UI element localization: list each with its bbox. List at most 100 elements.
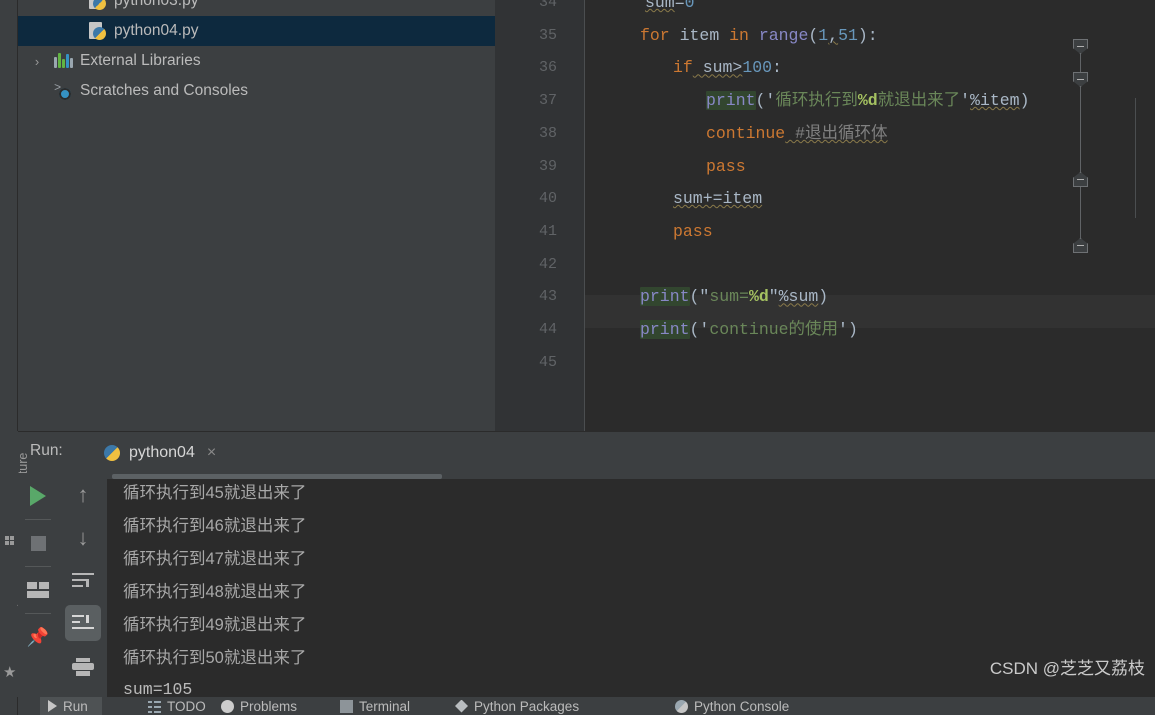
code-line-34: sum=0 bbox=[645, 0, 1155, 20]
line-number: 45 bbox=[538, 353, 557, 371]
status-tab-terminal[interactable]: Terminal bbox=[340, 697, 410, 715]
arrow-up-icon: ↑ bbox=[77, 481, 89, 507]
code-line-35: for item in range(1,51): bbox=[640, 20, 1155, 53]
code-token: %item bbox=[970, 91, 1020, 111]
layout-button[interactable] bbox=[18, 567, 58, 613]
code-token: 51 bbox=[838, 25, 858, 45]
code-token: ) bbox=[1019, 91, 1030, 111]
code-token: continue bbox=[706, 123, 786, 143]
arrow-down-icon: ↓ bbox=[77, 524, 89, 550]
line-number: 35 bbox=[538, 26, 557, 44]
status-tab-python-console[interactable]: Python Console bbox=[675, 697, 789, 715]
line-number: 36 bbox=[538, 59, 557, 77]
left-rail-top bbox=[0, 0, 18, 431]
scroll-to-end-icon bbox=[72, 614, 94, 633]
code-line-39: pass bbox=[706, 151, 1155, 184]
code-line-40: sum+=item bbox=[673, 183, 1155, 216]
code-token: if bbox=[673, 58, 693, 78]
scroll-to-end-button[interactable] bbox=[59, 602, 107, 645]
code-line-44: print('continue的使用') bbox=[640, 314, 1155, 347]
status-bar: Run TODO Problems Terminal Python Packag… bbox=[0, 697, 1155, 715]
code-token: ' bbox=[960, 91, 971, 111]
python-console-icon bbox=[675, 699, 688, 713]
tree-arrow-placeholder: › bbox=[28, 0, 46, 9]
console-line: 循环执行到46就退出来了 bbox=[123, 517, 307, 535]
code-token: 100 bbox=[742, 58, 773, 78]
code-token: 循环执行到 bbox=[775, 91, 858, 111]
tree-item-label: python04.py bbox=[114, 22, 199, 39]
watermark: CSDN @芝芝又荔枝 bbox=[989, 659, 1145, 678]
soft-wrap-button[interactable] bbox=[59, 559, 107, 602]
code-token: range bbox=[748, 25, 809, 45]
line-number: 40 bbox=[538, 190, 557, 208]
code-token: print bbox=[640, 320, 690, 339]
layout-icon bbox=[27, 582, 49, 598]
code-token: 0 bbox=[684, 0, 695, 12]
code-token: 的使用 bbox=[788, 320, 839, 339]
code-token: (' bbox=[755, 91, 776, 111]
scratches-icon bbox=[54, 81, 74, 101]
pycharm-window: › python03.py › python04.py › bbox=[0, 0, 1155, 715]
python-icon bbox=[103, 444, 121, 462]
run-tab-python04[interactable]: python04 × bbox=[103, 438, 216, 468]
code-token: sum bbox=[645, 0, 675, 12]
code-token: %d bbox=[748, 287, 769, 307]
star-icon: ★ bbox=[3, 664, 17, 681]
chevron-right-icon[interactable]: › bbox=[28, 54, 46, 69]
tree-item-label: Scratches and Consoles bbox=[80, 82, 249, 99]
pin-button[interactable]: 📌 bbox=[18, 614, 58, 660]
status-tab-todo[interactable]: TODO bbox=[148, 697, 206, 715]
code-token: #退出循环体 bbox=[785, 123, 888, 143]
run-tab-label: python04 bbox=[129, 444, 195, 461]
console-line: 循环执行到49就退出来了 bbox=[123, 616, 307, 634]
tree-item-label: External Libraries bbox=[80, 52, 201, 69]
code-token: ): bbox=[857, 25, 878, 45]
code-line-37: print('循环执行到%d就退出来了'%item) bbox=[706, 85, 1155, 118]
code-editor[interactable]: 34 35 36 37 38 39 40 41 42 43 44 45 sum=… bbox=[495, 0, 1155, 431]
editor-gutter[interactable]: 34 35 36 37 38 39 40 41 42 43 44 45 bbox=[495, 0, 585, 431]
run-panel-header: Run: python04 × bbox=[18, 432, 1155, 473]
play-icon bbox=[30, 486, 46, 506]
code-token: continue bbox=[709, 320, 789, 339]
project-tree[interactable]: › python03.py › python04.py › bbox=[18, 0, 495, 431]
problems-icon bbox=[221, 699, 234, 713]
line-number: 38 bbox=[538, 124, 557, 142]
tree-item-scratches[interactable]: › Scratches and Consoles bbox=[18, 76, 495, 106]
code-token: ( bbox=[808, 25, 819, 45]
print-button[interactable] bbox=[59, 645, 107, 688]
code-text-area[interactable]: sum=0 for item in range(1,51): if sum>10… bbox=[585, 0, 1155, 431]
code-token: for bbox=[640, 25, 670, 45]
run-icon bbox=[48, 700, 57, 712]
tree-item-external-libraries[interactable]: › External Libraries bbox=[18, 46, 495, 76]
stop-icon bbox=[30, 535, 46, 551]
code-line-43: print("sum=%d"%sum) bbox=[640, 281, 1155, 314]
printer-icon bbox=[72, 657, 94, 676]
line-number: 34 bbox=[538, 0, 557, 11]
status-tab-label: Python Console bbox=[694, 698, 790, 714]
tree-item-python04[interactable]: › python04.py bbox=[18, 16, 495, 46]
line-number: 42 bbox=[538, 255, 557, 273]
run-button[interactable] bbox=[18, 473, 58, 519]
status-tab-label: Python Packages bbox=[474, 698, 580, 714]
code-line-38: continue #退出循环体 bbox=[706, 118, 1155, 151]
run-toolbar-left: 📌 bbox=[18, 473, 58, 697]
status-tab-label: Terminal bbox=[359, 698, 411, 714]
status-tab-problems[interactable]: Problems bbox=[221, 697, 297, 715]
status-tab-run[interactable]: Run bbox=[40, 697, 102, 715]
tree-item-python03[interactable]: › python03.py bbox=[18, 0, 495, 16]
status-bar-rail bbox=[0, 697, 18, 715]
code-token: " bbox=[768, 287, 779, 307]
up-button[interactable]: ↑ bbox=[59, 473, 107, 516]
terminal-icon bbox=[340, 699, 353, 713]
line-number: 37 bbox=[538, 92, 557, 110]
code-token: print bbox=[640, 287, 690, 307]
left-rail-bottom: Structure Favorites ★ bbox=[0, 431, 30, 697]
packages-icon bbox=[455, 699, 468, 713]
code-token: (" bbox=[689, 287, 710, 307]
status-tab-python-packages[interactable]: Python Packages bbox=[455, 697, 579, 715]
stop-button[interactable] bbox=[18, 520, 58, 566]
code-token: print bbox=[706, 91, 756, 111]
close-icon[interactable]: × bbox=[207, 444, 216, 462]
down-button[interactable]: ↓ bbox=[59, 516, 107, 559]
